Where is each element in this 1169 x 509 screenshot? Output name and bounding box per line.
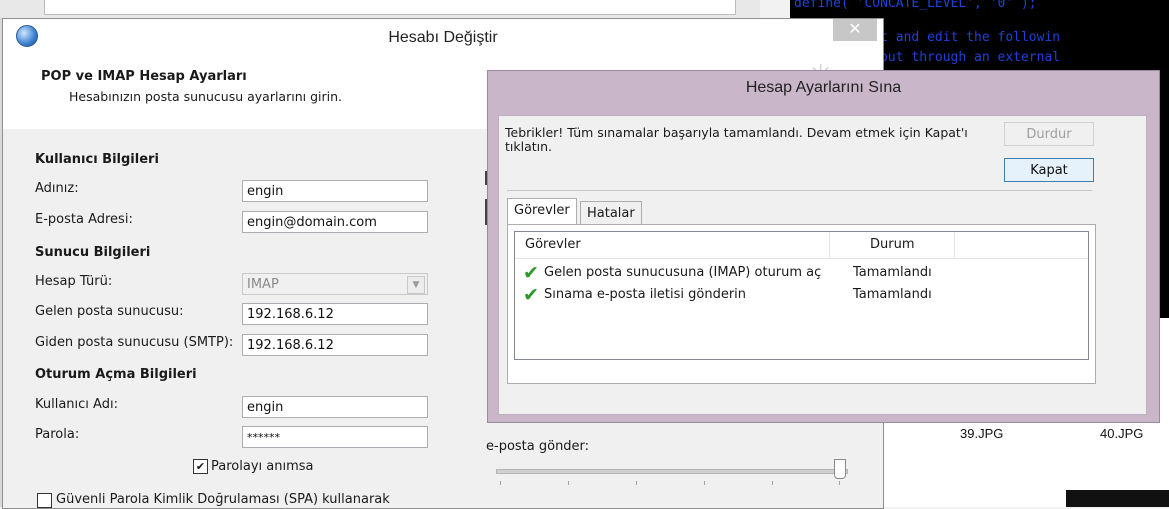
task-status: Tamamlandı [853,265,932,280]
checkmark-icon: ✔ [523,262,539,284]
dialog-title: Hesabı Değiştir [388,29,498,46]
table-row[interactable]: ✔ Gelen posta sunucusuna (IMAP) oturum a… [515,262,1088,284]
user-info-heading: Kullanıcı Bilgileri [35,152,159,167]
tab-tasks[interactable]: Görevler [507,198,577,225]
chevron-down-icon: ▼ [407,276,425,294]
send-mail-label: e-posta gönder: [486,439,590,454]
tasks-panel: Görevler Durum ✔ Gelen posta sunucusuna … [507,224,1096,384]
password-label: Parola: [35,427,80,442]
mail-slider-thumb[interactable] [834,459,846,479]
code-line: define( 'CONCATE_LEVEL', '0' ); [794,0,1037,11]
incoming-server-field[interactable]: 192.168.6.12 [242,303,428,325]
task-list: Görevler Durum ✔ Gelen posta sunucusuna … [514,231,1089,360]
page-subtitle: Hesabınızın posta sunucusu ayarlarını gi… [69,89,342,104]
slider-tick [839,481,840,485]
name-label: Adınız: [35,181,79,196]
remember-password-checkbox[interactable]: ✔ [193,459,208,474]
success-message: Tebrikler! Tüm sınamalar başarıyla tamam… [505,125,968,154]
slider-tick [772,481,773,485]
outgoing-server-field[interactable]: 192.168.6.12 [242,334,428,356]
background-dark-block [1066,490,1169,507]
background-window-field [44,0,736,15]
account-type-value: IMAP [247,277,279,292]
password-field[interactable]: ****** [242,426,428,448]
close-button[interactable]: Kapat [1004,158,1094,182]
tab-errors[interactable]: Hatalar [580,201,642,225]
column-header-status[interactable]: Durum [870,237,915,252]
task-name: Gelen posta sunucusuna (IMAP) oturum aç [544,265,822,280]
name-field[interactable]: engin [242,180,428,202]
mail-slider-track[interactable] [496,469,848,474]
table-row[interactable]: ✔ Sınama e-posta iletisi gönderin Tamaml… [515,284,1088,306]
account-type-label: Hesap Türü: [35,274,113,289]
page-title: POP ve IMAP Hesap Ayarları [41,69,247,84]
test-account-settings-dialog: Hesap Ayarlarını Sına Tebrikler! Tüm sın… [487,70,1160,423]
slider-tick [500,481,501,485]
slider-tick [568,481,569,485]
username-label: Kullanıcı Adı: [35,397,118,412]
email-label: E-posta Adresi: [35,212,133,227]
account-type-select: IMAP ▼ [242,273,428,295]
close-icon[interactable]: ✕ [833,19,877,41]
spa-checkbox[interactable] [37,493,52,508]
slider-tick [704,481,705,485]
checkmark-icon: ✔ [523,284,539,306]
test-dialog-body: Tebrikler! Tüm sınamalar başarıyla tamam… [498,115,1147,415]
incoming-server-label: Gelen posta sunucusu: [35,304,184,319]
column-divider[interactable] [829,232,830,258]
column-divider[interactable] [954,232,955,258]
file-thumbnail-label[interactable]: 39.JPG [960,426,1003,441]
column-header-tasks[interactable]: Görevler [525,237,581,252]
test-dialog-title: Hesap Ayarlarını Sına [745,79,902,96]
remember-password-label[interactable]: Parolayı anımsa [211,459,313,474]
email-field[interactable]: engin@domain.com [242,211,428,233]
username-field[interactable]: engin [242,396,428,418]
login-info-heading: Oturum Açma Bilgileri [35,367,197,382]
table-header: Görevler Durum [515,232,1088,259]
slider-tick [636,481,637,485]
task-name: Sınama e-posta iletisi gönderin [544,287,747,302]
outgoing-server-label: Giden posta sunucusu (SMTP): [35,335,234,350]
dialog-titlebar[interactable]: Hesabı Değiştir ✕ [3,19,883,57]
task-status: Tamamlandı [853,287,932,302]
divider [507,190,1092,191]
stop-button: Durdur [1004,122,1094,146]
server-info-heading: Sunucu Bilgileri [35,245,151,260]
spa-label[interactable]: Güvenli Parola Kimlik Doğrulaması (SPA) … [56,492,390,507]
file-thumbnail-label[interactable]: 40.JPG [1100,426,1143,441]
